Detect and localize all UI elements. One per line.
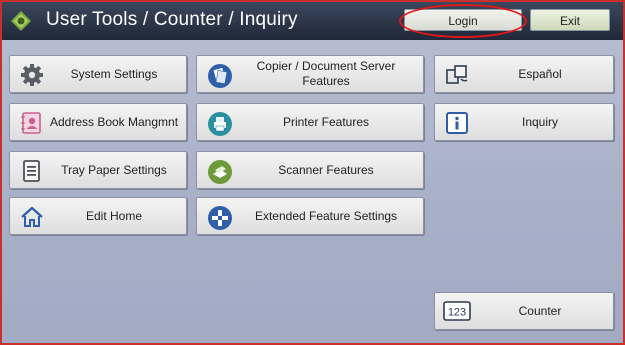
language-espanol-label: Español — [518, 66, 562, 81]
control-panel-screen: User Tools / Counter / Inquiry Login Exi… — [2, 2, 623, 343]
inquiry-label: Inquiry — [521, 114, 559, 129]
extended-features-icon — [207, 205, 232, 230]
tray-paper-settings-button[interactable]: Tray Paper Settings — [9, 151, 187, 189]
counter-123-icon: 123 — [443, 301, 471, 321]
language-switch-icon — [445, 63, 469, 87]
printer-features-label: Printer Features — [282, 114, 370, 129]
counter-icon-text: 123 — [448, 307, 466, 319]
system-settings-label: System Settings — [70, 66, 158, 81]
copier-document-server-button[interactable]: Copier / Document Server Features — [196, 55, 424, 93]
tray-paper-icon — [20, 159, 44, 183]
scanner-features-button[interactable]: Scanner Features — [196, 151, 424, 189]
counter-button[interactable]: 123 Counter — [434, 292, 614, 330]
edit-home-label: Edit Home — [85, 208, 143, 223]
copier-icon — [207, 63, 232, 88]
title-bar: User Tools / Counter / Inquiry Login Exi… — [2, 2, 623, 40]
counter-label: Counter — [518, 303, 562, 318]
scanner-icon — [207, 159, 232, 184]
address-book-icon — [20, 111, 44, 135]
login-highlight-ring — [399, 4, 527, 38]
address-book-button[interactable]: Address Book Mangmnt — [9, 103, 187, 141]
gear-icon — [20, 63, 44, 87]
system-settings-button[interactable]: System Settings — [9, 55, 187, 93]
tray-paper-settings-label: Tray Paper Settings — [61, 162, 167, 177]
edit-home-button[interactable]: Edit Home — [9, 197, 187, 235]
inquiry-button[interactable]: Inquiry — [434, 103, 614, 141]
info-icon — [445, 111, 469, 135]
printer-features-button[interactable]: Printer Features — [196, 103, 424, 141]
user-tools-logo-icon — [10, 10, 32, 32]
language-espanol-button[interactable]: Español — [434, 55, 614, 93]
exit-button[interactable]: Exit — [530, 9, 610, 31]
home-icon — [20, 205, 44, 229]
page-title: User Tools / Counter / Inquiry — [46, 9, 298, 30]
extended-feature-settings-button[interactable]: Extended Feature Settings — [196, 197, 424, 235]
scanner-features-label: Scanner Features — [278, 162, 374, 177]
printer-icon — [207, 111, 232, 136]
address-book-label: Address Book Mangmnt — [49, 114, 179, 129]
extended-feature-settings-label: Extended Feature Settings — [254, 208, 398, 223]
copier-document-server-label: Copier / Document Server Features — [256, 59, 396, 88]
